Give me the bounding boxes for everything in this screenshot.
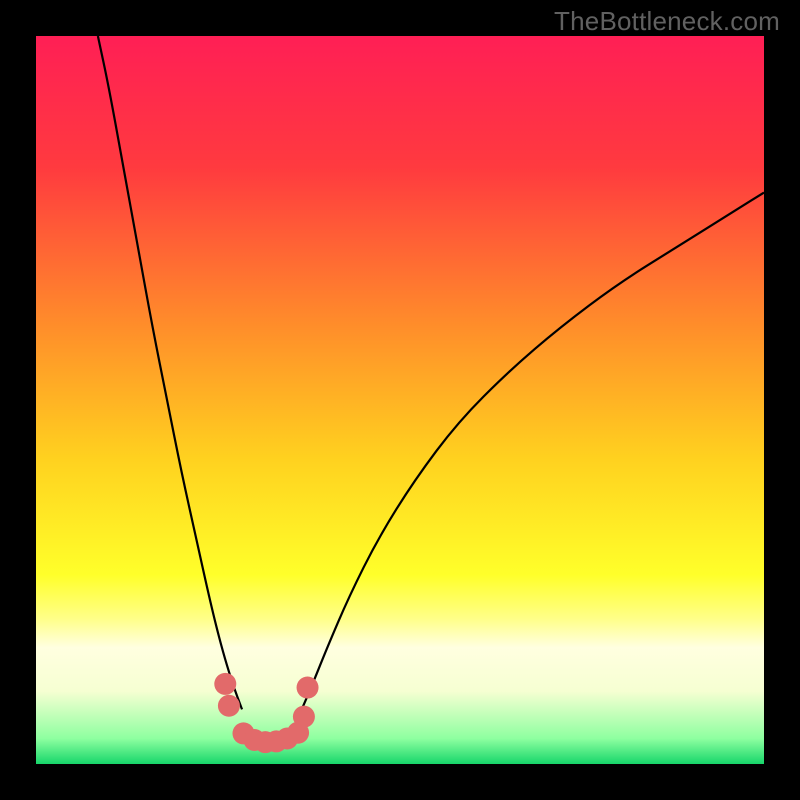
chart-svg xyxy=(36,36,764,764)
chart-frame: TheBottleneck.com xyxy=(0,0,800,800)
basin-dot xyxy=(293,706,315,728)
watermark-text: TheBottleneck.com xyxy=(554,6,780,37)
chart-background xyxy=(36,36,764,764)
basin-dot xyxy=(214,673,236,695)
basin-dot xyxy=(218,695,240,717)
basin-dot xyxy=(297,677,319,699)
chart-plot-area xyxy=(36,36,764,764)
